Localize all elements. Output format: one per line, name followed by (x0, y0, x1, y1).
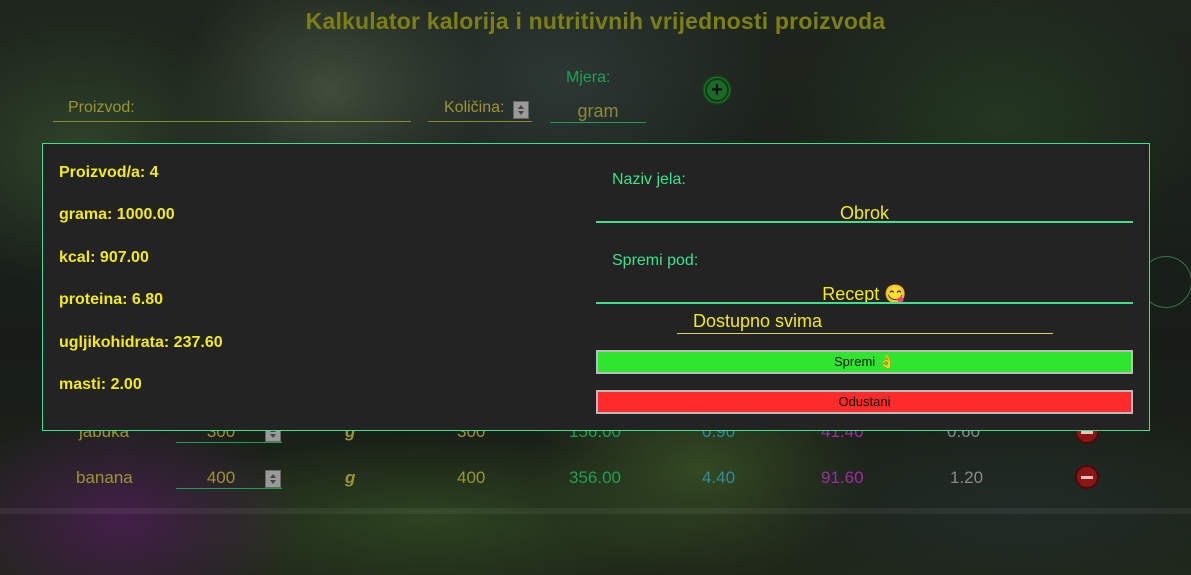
plus-icon: + (711, 79, 723, 101)
remove-row-button[interactable] (1075, 465, 1099, 489)
row-protein: 4.40 (702, 468, 736, 487)
save-under-label: Spremi pod: (612, 252, 699, 269)
row-fat: 1.20 (950, 468, 984, 487)
save-meal-dialog: Proizvod/a: 4 grama: 1000.00 kcal: 907.0… (42, 143, 1150, 431)
row-carbs: 91.60 (821, 468, 864, 487)
row-grams: 400 (457, 468, 486, 487)
minus-icon (1081, 475, 1093, 479)
unit-select-underline (550, 122, 646, 123)
row-quantity-underline (176, 442, 282, 443)
meal-name-label: Naziv jela: (612, 171, 686, 188)
add-product-button[interactable]: + (705, 78, 729, 102)
row-quantity-input[interactable]: 400 (176, 468, 266, 488)
row-unit: g (345, 468, 356, 487)
visibility-select[interactable]: Dostupno svima (677, 311, 1053, 332)
quantity-input-underline (428, 121, 532, 122)
stat-products: Proizvod/a: 4 (59, 164, 159, 181)
row-kcal: 356.00 (569, 468, 621, 487)
stat-grams: grama: 1000.00 (59, 206, 175, 223)
unit-label: Mjera: (566, 69, 611, 86)
quantity-label: Količina: (444, 99, 505, 116)
product-input[interactable]: Proizvod: (68, 99, 135, 117)
unit-select[interactable]: gram (550, 101, 646, 122)
stat-fat: masti: 2.00 (59, 376, 142, 393)
save-under-underline (596, 302, 1133, 304)
row-quantity-underline (176, 488, 282, 489)
row-quantity-stepper[interactable] (265, 470, 281, 488)
save-button[interactable]: Spremi 👌 (596, 350, 1133, 374)
stat-protein: proteina: 6.80 (59, 291, 164, 308)
quantity-stepper[interactable] (513, 101, 529, 119)
meal-name-underline (596, 221, 1133, 223)
row-product-name: banana (76, 468, 133, 487)
stat-kcal: kcal: 907.00 (59, 249, 149, 266)
stat-carbs: ugljikohidrata: 237.60 (59, 334, 223, 351)
visibility-underline (677, 333, 1053, 334)
cancel-button[interactable]: Odustani (596, 390, 1133, 414)
footer-divider (0, 508, 1191, 514)
page-title: Kalkulator kalorija i nutritivnih vrijed… (305, 8, 886, 34)
product-input-underline (53, 121, 411, 122)
